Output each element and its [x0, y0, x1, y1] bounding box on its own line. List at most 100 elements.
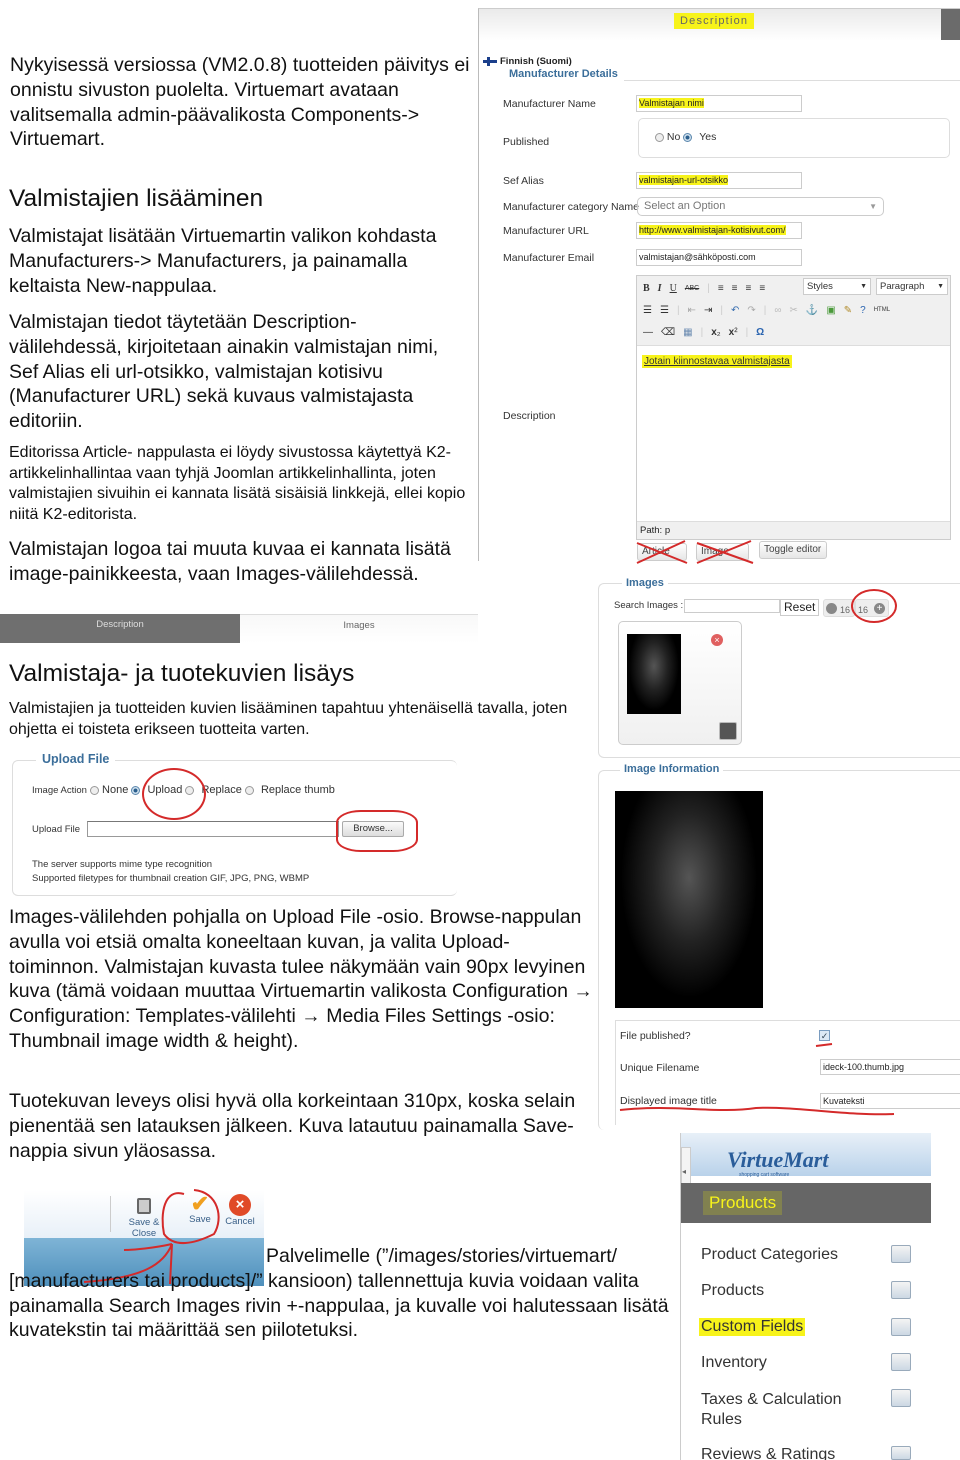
- folder-icon: [891, 1245, 911, 1263]
- rich-text-editor: B I U ABC | ≡ ≡ ≡ ≡ Styles ▼ Paragraph ▼ ☰…: [636, 275, 951, 540]
- speech-bubble-icon: [891, 1446, 911, 1460]
- manufacturer-name-input[interactable]: Valmistajan nimi: [636, 95, 802, 112]
- search-images-label: Search Images :: [614, 600, 684, 611]
- manufacturer-category-label: Manufacturer category Name: [503, 201, 639, 213]
- virtuemart-tagline: shopping cart software: [739, 1172, 790, 1178]
- action-upload-radio[interactable]: [131, 785, 141, 795]
- calculator-icon: [891, 1389, 911, 1407]
- image-size-note: Tuotekuvan leveys olisi hyvä olla korkei…: [9, 1090, 576, 1162]
- tab-images[interactable]: Images: [240, 614, 478, 643]
- menu-item-taxes[interactable]: Taxes & Calculation Rules: [701, 1390, 871, 1430]
- manufacturer-url-input[interactable]: http://www.valmistajan-kotisivut.com/: [636, 222, 802, 239]
- products-section-header[interactable]: Products: [703, 1191, 783, 1215]
- upload-file-input[interactable]: [87, 821, 339, 837]
- search-images-input[interactable]: [684, 599, 780, 613]
- html-icon[interactable]: HTML: [874, 307, 890, 313]
- tab-description[interactable]: Description: [674, 13, 755, 29]
- align-center-icon[interactable]: ≡: [732, 283, 738, 294]
- upload-file-legend: Upload File: [36, 752, 116, 766]
- underline-icon[interactable]: U: [670, 283, 677, 294]
- cross-out-annotation: [636, 540, 754, 564]
- image-icon[interactable]: ▣: [826, 305, 835, 316]
- manufacturer-email-input[interactable]: valmistajan@sähköposti.com: [636, 249, 802, 266]
- manufacturer-form-screenshot: Description Finnish (Suomi) Manufacturer…: [478, 8, 960, 564]
- finnish-flag-icon: [483, 56, 497, 66]
- undo-icon[interactable]: ↶: [731, 305, 739, 316]
- unlink-icon[interactable]: ✂: [789, 305, 797, 316]
- editor-text: Jotain kiinnostavaa valmistajasta: [642, 355, 792, 368]
- italic-icon[interactable]: I: [658, 283, 662, 294]
- toggle-editor-button[interactable]: Toggle editor: [759, 541, 827, 559]
- subscript-icon[interactable]: x₂: [711, 327, 720, 338]
- tabs-strip: Description Images: [0, 614, 478, 643]
- edit-document-icon[interactable]: [719, 722, 737, 740]
- format-select[interactable]: Paragraph ▼: [876, 278, 948, 295]
- sef-alias-label: Sef Alias: [503, 175, 544, 187]
- menu-item-reviews[interactable]: Reviews & Ratings: [701, 1446, 835, 1460]
- editor-article-note: Editorissa Article- nappulasta ei löydy …: [9, 444, 466, 523]
- table-icon[interactable]: ▦: [683, 327, 692, 338]
- image-information-panel-screenshot: Image Information File published? ✓ Uniq…: [596, 760, 960, 1130]
- indent-icon[interactable]: ⇥: [704, 305, 712, 316]
- action-replace-thumb-radio[interactable]: [244, 785, 254, 795]
- special-char-icon[interactable]: Ω: [756, 327, 764, 338]
- manufacturer-details-legend: Manufacturer Details: [509, 68, 618, 80]
- server-images-paragraph: Palvelimelle (”/images/stories/virtuemar…: [9, 1245, 669, 1342]
- virtuemart-menu-screenshot: ◂ VirtueMart shopping cart software Prod…: [680, 1133, 931, 1460]
- outdent-icon[interactable]: ⇤: [688, 305, 696, 316]
- published-no-label: No: [666, 131, 681, 143]
- reset-button[interactable]: Reset: [780, 599, 820, 616]
- logo-note: Valmistajan logoa tai muuta kuvaa ei kan…: [9, 538, 451, 585]
- menu-item-custom-fields[interactable]: Custom Fields: [699, 1318, 806, 1336]
- intro-paragraph: Nykyisessä versiossa (VM2.0.8) tuotteide…: [10, 54, 470, 151]
- published-yes-radio[interactable]: [683, 132, 693, 142]
- manufacturer-category-select[interactable]: Select an Option ▼: [637, 197, 884, 216]
- help-icon[interactable]: ?: [860, 305, 866, 316]
- numbered-list-icon[interactable]: ☰: [660, 305, 669, 316]
- eraser-icon[interactable]: ⌫: [661, 327, 675, 338]
- editor-path: Path: p: [637, 521, 950, 539]
- upload-file-label: Upload File: [32, 824, 81, 835]
- published-no-radio[interactable]: [655, 132, 664, 142]
- action-replace-thumb-label: Replace thumb: [260, 784, 335, 796]
- sef-alias-input[interactable]: valmistajan-url-otsikko: [636, 172, 802, 189]
- editor-content[interactable]: Jotain kiinnostavaa valmistajasta: [637, 347, 950, 521]
- language-label: Finnish (Suomi): [483, 56, 572, 67]
- manufacturers-intro: Valmistajat lisätään Virtuemartin valiko…: [9, 225, 437, 297]
- bullet-list-icon[interactable]: ☰: [643, 305, 652, 316]
- images-intro: Valmistajien ja tuotteiden kuvien lisääm…: [9, 700, 568, 738]
- horizontal-rule-icon[interactable]: —: [643, 327, 653, 338]
- link-icon[interactable]: ∞: [774, 305, 781, 316]
- chart-icon: [891, 1353, 911, 1371]
- action-none-label: None: [102, 784, 129, 796]
- redo-icon[interactable]: ↷: [747, 305, 755, 316]
- minus-circle-icon: [826, 603, 837, 614]
- images-panel-screenshot: Images Search Images : Reset 16 16 + ×: [596, 575, 960, 758]
- image-action-label: Image Action: [32, 785, 87, 796]
- upload-file-panel-screenshot: Upload File Image Action None Upload Rep…: [10, 748, 457, 898]
- anchor-icon[interactable]: ⚓: [806, 305, 818, 316]
- chevron-down-icon: ▼: [869, 202, 877, 211]
- cleanup-icon[interactable]: ✎: [844, 305, 852, 316]
- manufacturer-name-label: Manufacturer Name: [503, 98, 596, 110]
- superscript-icon[interactable]: x²: [729, 327, 738, 338]
- published-radio-group: No Yes: [638, 118, 950, 158]
- image-thumbnail-card[interactable]: ×: [618, 621, 742, 745]
- custom-fields-icon: [891, 1318, 911, 1336]
- description-label: Description: [503, 410, 556, 422]
- tab-description-active[interactable]: Description: [0, 614, 240, 643]
- menu-item-inventory[interactable]: Inventory: [701, 1354, 767, 1372]
- align-left-icon[interactable]: ≡: [718, 283, 724, 294]
- underline-annotations: [619, 1043, 895, 1116]
- align-right-icon[interactable]: ≡: [746, 283, 752, 294]
- upload-option-annotation: [142, 768, 206, 820]
- strikethrough-icon[interactable]: ABC: [685, 285, 699, 292]
- tab-images-collapsed[interactable]: [941, 9, 960, 40]
- delete-icon[interactable]: ×: [711, 634, 723, 646]
- menu-item-products[interactable]: Products: [701, 1282, 764, 1300]
- styles-select[interactable]: Styles ▼: [803, 278, 871, 295]
- bold-icon[interactable]: B: [643, 283, 650, 294]
- menu-item-product-categories[interactable]: Product Categories: [701, 1246, 838, 1264]
- align-justify-icon[interactable]: ≡: [759, 283, 765, 294]
- action-none-radio[interactable]: [89, 785, 99, 795]
